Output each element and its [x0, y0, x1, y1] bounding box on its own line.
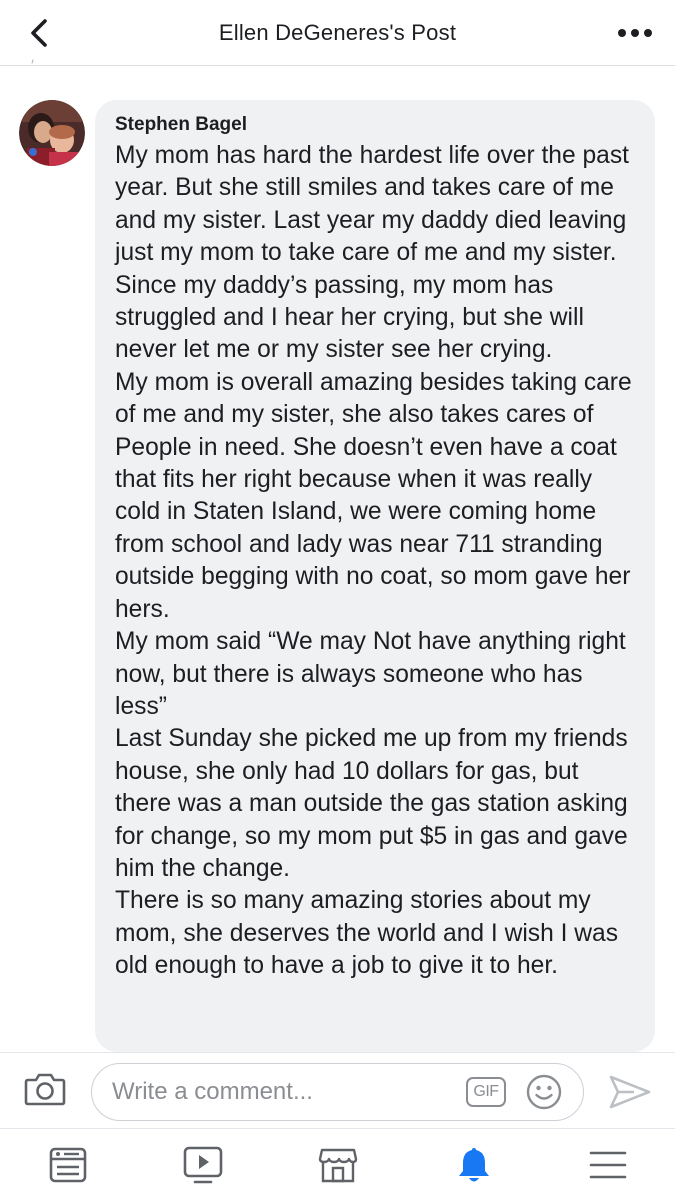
menu-icon: [589, 1151, 627, 1179]
comment-composer: GIF: [0, 1052, 675, 1128]
emoji-button[interactable]: [526, 1074, 562, 1110]
news-feed-icon: [49, 1147, 87, 1183]
back-button[interactable]: [22, 14, 56, 52]
gif-button[interactable]: GIF: [466, 1077, 506, 1107]
tab-menu[interactable]: [586, 1143, 630, 1187]
comment-author[interactable]: Stephen Bagel: [115, 114, 637, 136]
comment-paragraph: Last Sunday she picked me up from my fri…: [115, 725, 628, 882]
notifications-bell-icon: [459, 1148, 489, 1182]
tab-marketplace[interactable]: [316, 1143, 360, 1187]
comment-input[interactable]: [112, 1072, 452, 1112]
more-options-button[interactable]: [615, 18, 655, 48]
camera-icon: [24, 1073, 66, 1106]
comment-paragraph: My mom is overall amazing besides taking…: [115, 368, 632, 623]
marketplace-icon: [318, 1148, 358, 1183]
send-button[interactable]: [608, 1073, 652, 1111]
page-title: Ellen DeGeneres's Post: [218, 19, 457, 45]
comment-paragraph: My mom has hard the hardest life over th…: [115, 142, 629, 364]
post-page: Ellen DeGeneres's Post Stephen Bagel My …: [0, 0, 675, 1200]
send-icon: [609, 1075, 651, 1109]
comment-paragraph: My mom said “We may Not have anything ri…: [115, 628, 626, 720]
watch-icon: [183, 1146, 223, 1184]
camera-button[interactable]: [24, 1071, 66, 1107]
more-dots-icon: [618, 29, 652, 37]
top-bar: Ellen DeGeneres's Post: [0, 0, 675, 66]
chevron-left-icon: [31, 19, 47, 47]
tab-news-feed[interactable]: [46, 1143, 90, 1187]
emoji-icon: [526, 1074, 562, 1110]
avatar-photo-icon: [19, 100, 85, 166]
comment-input-box[interactable]: GIF: [91, 1063, 584, 1121]
tab-notifications[interactable]: [452, 1143, 496, 1187]
bottom-tab-bar: [0, 1128, 675, 1200]
commenter-avatar[interactable]: [19, 100, 85, 166]
tab-watch[interactable]: [181, 1143, 225, 1187]
comment-paragraph: There is so many amazing stories about m…: [115, 887, 619, 980]
comment-bubble: Stephen Bagel My mom has hard the hardes…: [95, 100, 655, 1052]
